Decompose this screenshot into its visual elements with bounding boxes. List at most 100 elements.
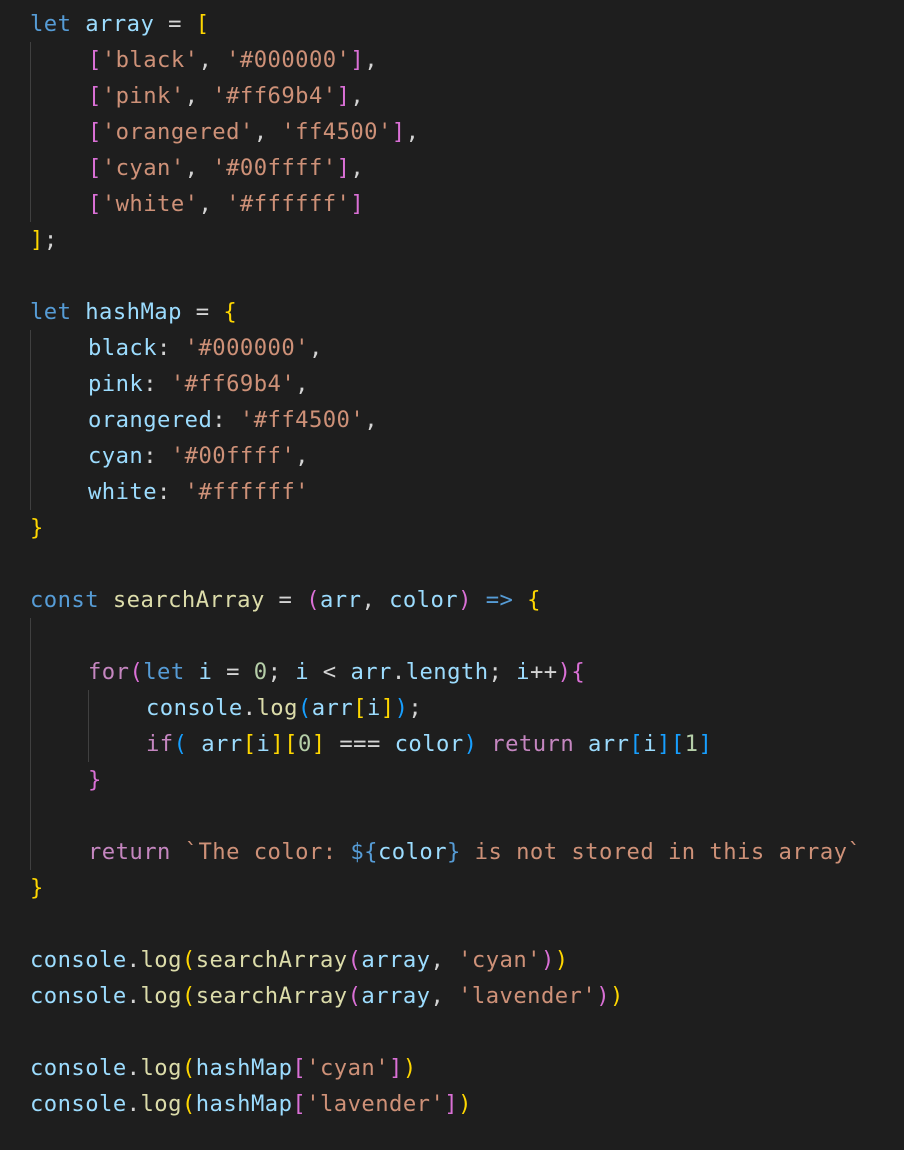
- code-line[interactable]: console.log(searchArray(array, 'lavender…: [30, 978, 904, 1014]
- code-token: 'orangered': [101, 119, 254, 145]
- code-token: if: [146, 731, 174, 757]
- code-token: ,: [364, 407, 378, 433]
- code-line[interactable]: white: '#ffffff': [30, 474, 904, 510]
- code-token: ]: [30, 227, 44, 253]
- code-token: ;: [488, 659, 517, 685]
- code-line[interactable]: let array = [: [30, 6, 904, 42]
- indent-guide: [88, 690, 89, 726]
- code-line[interactable]: [30, 618, 904, 654]
- code-line[interactable]: }: [30, 510, 904, 546]
- code-line[interactable]: ];: [30, 222, 904, 258]
- code-token: 'lavender': [306, 1091, 445, 1117]
- code-token: console: [30, 1091, 127, 1117]
- code-token: log: [140, 947, 182, 973]
- code-line-content: pink: '#ff69b4',: [88, 366, 309, 402]
- code-line[interactable]: }: [30, 762, 904, 798]
- code-token: ): [458, 1091, 472, 1117]
- code-line[interactable]: ['black', '#000000'],: [30, 42, 904, 78]
- code-editor[interactable]: let array = [['black', '#000000'], ['pink…: [0, 0, 904, 1150]
- code-token: '#ff4500': [239, 407, 365, 433]
- code-token: [: [353, 695, 367, 721]
- code-token: log: [140, 1091, 182, 1117]
- code-line[interactable]: return `The color: ${color} is not store…: [30, 834, 904, 870]
- code-token: is not stored in this array`: [460, 839, 862, 865]
- code-token: }: [88, 767, 102, 793]
- code-token: :: [212, 407, 240, 433]
- indent-guide: [30, 474, 31, 510]
- indent-guide: [30, 618, 31, 654]
- code-line[interactable]: cyan: '#00ffff',: [30, 438, 904, 474]
- code-line-content: }: [30, 510, 44, 546]
- code-token: ]: [444, 1091, 459, 1117]
- code-line[interactable]: pink: '#ff69b4',: [30, 366, 904, 402]
- code-line[interactable]: [30, 1014, 904, 1050]
- code-token: array: [85, 11, 155, 37]
- code-line-content: for(let i = 0; i < arr.length; i++){: [88, 654, 585, 690]
- code-token: let: [143, 659, 185, 685]
- code-token: ]: [336, 83, 351, 109]
- code-token: ${: [350, 839, 378, 865]
- code-line[interactable]: let hashMap = {: [30, 294, 904, 330]
- code-token: ;: [43, 227, 58, 253]
- code-token: }: [447, 839, 461, 865]
- code-token: ,: [184, 155, 213, 181]
- code-line-content: if( arr[i][0] === color) return arr[i][1…: [146, 726, 712, 762]
- code-token: [: [242, 731, 257, 757]
- code-line[interactable]: for(let i = 0; i < arr.length; i++){: [30, 654, 904, 690]
- indent-guide: [30, 798, 31, 834]
- code-line-content: console.log(searchArray(array, 'cyan')): [30, 942, 569, 978]
- code-token: =: [264, 587, 307, 613]
- code-line[interactable]: ['orangered', 'ff4500'],: [30, 114, 904, 150]
- indent-guide: [30, 762, 31, 798]
- code-token: arr: [350, 659, 392, 685]
- code-token: :: [143, 443, 171, 469]
- code-area[interactable]: let array = [['black', '#000000'], ['pink…: [30, 6, 904, 1122]
- code-token: [: [88, 119, 102, 145]
- indent-guide: [30, 330, 31, 366]
- code-line[interactable]: [30, 798, 904, 834]
- code-line-content: white: '#ffffff': [88, 474, 309, 510]
- code-token: hashMap: [195, 1091, 293, 1117]
- code-line[interactable]: [30, 258, 904, 294]
- code-line-content: return `The color: ${color} is not store…: [88, 834, 861, 870]
- code-line-content: ['pink', '#ff69b4'],: [88, 78, 364, 114]
- code-token: ]: [657, 731, 671, 757]
- code-line[interactable]: if( arr[i][0] === color) return arr[i][1…: [30, 726, 904, 762]
- code-line[interactable]: const searchArray = (arr, color) => {: [30, 582, 904, 618]
- code-line[interactable]: ['white', '#ffffff']: [30, 186, 904, 222]
- code-token: arr: [587, 731, 630, 757]
- code-token: ===: [325, 731, 395, 757]
- code-line[interactable]: orangered: '#ff4500',: [30, 402, 904, 438]
- code-token: 1: [684, 731, 699, 757]
- code-line[interactable]: black: '#000000',: [30, 330, 904, 366]
- code-token: :: [143, 371, 171, 397]
- code-line[interactable]: console.log(searchArray(array, 'cyan')): [30, 942, 904, 978]
- code-line[interactable]: console.log(hashMap['lavender']): [30, 1086, 904, 1122]
- code-line[interactable]: [30, 546, 904, 582]
- code-line[interactable]: console.log(arr[i]);: [30, 690, 904, 726]
- code-token: :: [157, 479, 185, 505]
- code-token: 0: [253, 659, 268, 685]
- code-token: hashMap: [85, 299, 182, 325]
- code-token: =: [181, 299, 224, 325]
- code-token: (: [297, 695, 312, 721]
- code-token: '#000000': [184, 335, 309, 361]
- code-line[interactable]: [30, 906, 904, 942]
- code-token: 'cyan': [458, 947, 541, 973]
- code-line-content: console.log(hashMap['cyan']): [30, 1050, 417, 1086]
- indent-guide: [30, 366, 31, 402]
- code-line[interactable]: ['pink', '#ff69b4'],: [30, 78, 904, 114]
- code-line[interactable]: }: [30, 870, 904, 906]
- code-token: .: [126, 983, 141, 1009]
- indent-guide: [88, 726, 89, 762]
- code-token: ]: [391, 119, 406, 145]
- code-line[interactable]: ['cyan', '#00ffff'],: [30, 150, 904, 186]
- code-line[interactable]: console.log(hashMap['cyan']): [30, 1050, 904, 1086]
- code-token: (: [181, 947, 196, 973]
- code-token: ,: [308, 335, 323, 361]
- code-token: ,: [198, 47, 227, 73]
